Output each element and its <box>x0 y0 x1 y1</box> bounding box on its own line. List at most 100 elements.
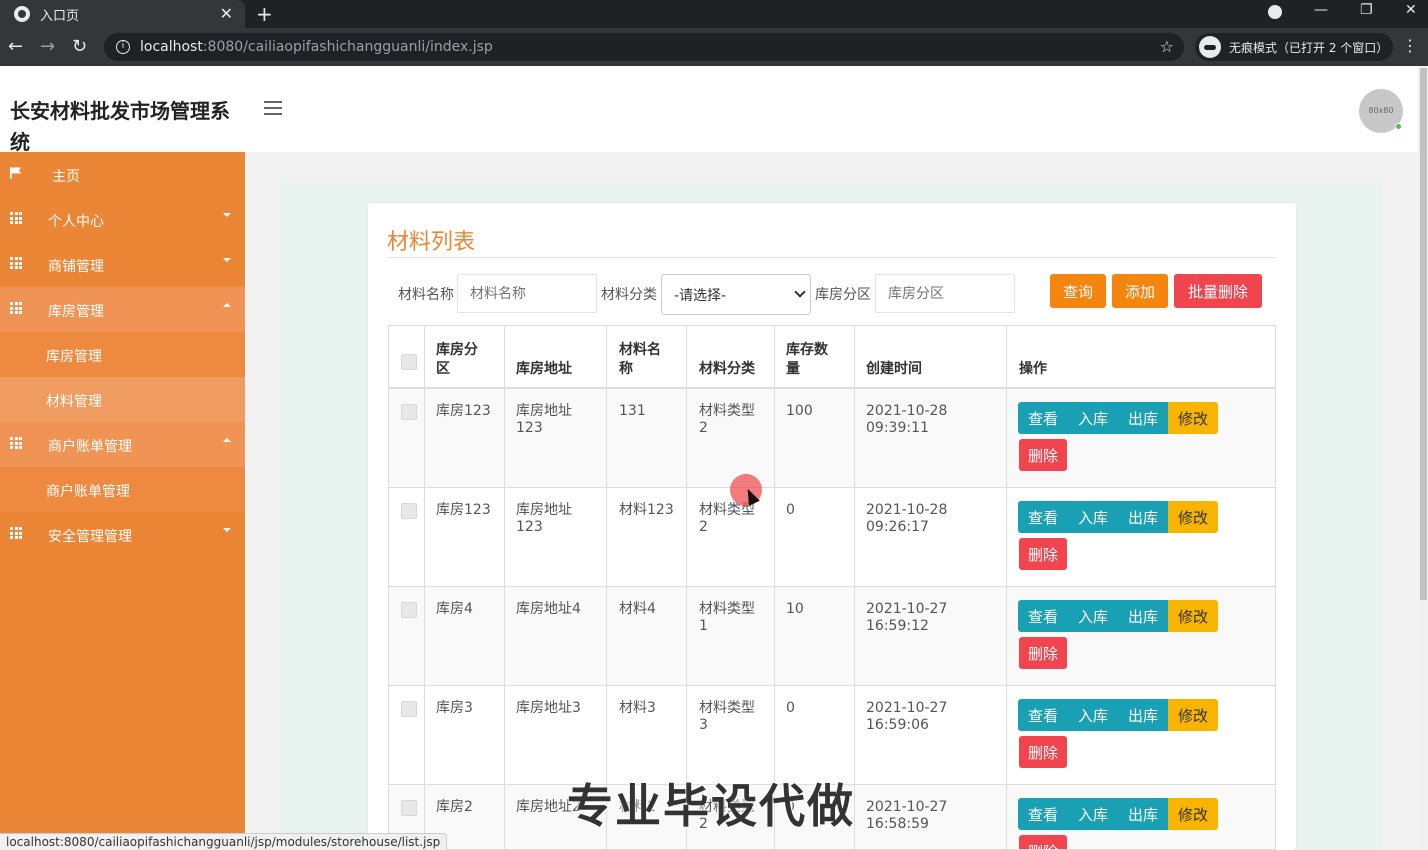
cell-created-time: 2021-10-27 16:58:59 <box>866 799 948 832</box>
incognito-label: 无痕模式（已打开 2 个窗口） <box>1229 40 1389 55</box>
warehouse-zone-input[interactable] <box>875 274 1015 313</box>
browser-tab[interactable]: 入口页 ✕ <box>0 0 245 28</box>
select-all-checkbox[interactable] <box>401 354 417 370</box>
scrollbar-thumb[interactable] <box>1420 68 1427 600</box>
edit-button[interactable]: 修改 <box>1168 600 1218 632</box>
edit-button[interactable]: 修改 <box>1168 798 1218 830</box>
view-button[interactable]: 查看 <box>1018 798 1068 830</box>
sidebar-item-merchant-bills[interactable]: 商户账单管理 <box>0 422 245 467</box>
cell-created-time: 2021-10-27 16:59:06 <box>866 700 948 733</box>
header-actions: 操作 <box>1019 361 1047 377</box>
caret-down-icon <box>223 213 231 217</box>
delete-button[interactable]: 删除 <box>1019 538 1067 570</box>
row-checkbox[interactable] <box>401 404 417 420</box>
material-category-label: 材料分类 <box>601 287 657 303</box>
cell-zone: 库房3 <box>436 700 473 716</box>
cell-zone: 库房123 <box>436 502 491 518</box>
cell-created-time: 2021-10-27 16:59:12 <box>866 601 948 634</box>
header-material-name: 材料名称 <box>619 342 661 377</box>
warehouse-zone-label: 库房分区 <box>815 287 871 303</box>
stock-out-button[interactable]: 出库 <box>1118 402 1168 434</box>
url-field[interactable]: i localhost:8080/cailiaopifashichangguan… <box>104 33 1184 61</box>
cell-material-name: 131 <box>619 403 646 419</box>
cell-address: 库房地址 123 <box>516 502 572 535</box>
batch-delete-button[interactable]: 批量删除 <box>1174 274 1262 308</box>
stock-out-button[interactable]: 出库 <box>1118 600 1168 632</box>
sidebar-item-home[interactable]: 主页 <box>0 152 245 197</box>
cell-quantity: 0 <box>786 502 795 518</box>
cell-category: 材料类型 3 <box>699 700 755 733</box>
flag-icon <box>10 167 21 179</box>
sidebar-item-label: 个人中心 <box>48 214 104 230</box>
delete-button[interactable]: 删除 <box>1019 439 1067 471</box>
grid-icon <box>10 302 22 314</box>
sidebar-item-shop-management[interactable]: 商铺管理 <box>0 242 245 287</box>
restore-icon[interactable]: ❐ <box>1360 2 1373 18</box>
grid-icon <box>10 212 22 224</box>
incognito-badge[interactable]: 无痕模式（已打开 2 个窗口） <box>1195 33 1393 61</box>
delete-button[interactable]: 删除 <box>1019 637 1067 669</box>
watermark: 专业毕设代做 <box>567 779 855 833</box>
url-path: :8080/cailiaopifashichangguanli/index.js… <box>202 39 493 55</box>
grid-icon <box>10 437 22 449</box>
stock-out-button[interactable]: 出库 <box>1118 501 1168 533</box>
delete-button[interactable]: 删除 <box>1019 736 1067 768</box>
forward-icon[interactable]: → <box>40 36 55 57</box>
stock-in-button[interactable]: 入库 <box>1068 402 1118 434</box>
row-checkbox[interactable] <box>401 800 417 816</box>
reload-icon[interactable]: ↻ <box>72 36 87 57</box>
material-category-select[interactable]: -请选择- <box>661 274 811 315</box>
add-button[interactable]: 添加 <box>1112 274 1168 308</box>
edit-button[interactable]: 修改 <box>1168 501 1218 533</box>
sidebar-item-label: 库房管理 <box>48 304 104 320</box>
edit-button[interactable]: 修改 <box>1168 699 1218 731</box>
table-row: 库房123 库房地址 123 材料123 材料类型 2 0 2021-10-28 09:26:1… <box>389 488 1275 587</box>
window-close-icon[interactable]: ✕ <box>1405 2 1417 18</box>
close-icon[interactable]: ✕ <box>220 4 233 23</box>
caret-down-icon <box>223 528 231 532</box>
sidebar-subitem-merchant-bills[interactable]: 商户账单管理 <box>0 467 245 512</box>
star-icon[interactable]: ☆ <box>1160 37 1174 56</box>
delete-button[interactable]: 删除 <box>1019 835 1067 849</box>
menu-icon[interactable]: ⋮ <box>1402 36 1418 55</box>
cell-zone: 库房123 <box>436 403 491 419</box>
address-bar-row: ← → ↻ i localhost:8080/cailiaopifashicha… <box>0 28 1428 66</box>
chevron-down-icon <box>794 286 806 298</box>
sidebar-subitem-warehouse[interactable]: 库房管理 <box>0 332 245 377</box>
cell-material-name: 材料123 <box>619 502 674 518</box>
stock-in-button[interactable]: 入库 <box>1068 600 1118 632</box>
row-checkbox[interactable] <box>401 503 417 519</box>
view-button[interactable]: 查看 <box>1018 600 1068 632</box>
material-name-input[interactable] <box>457 274 597 313</box>
cell-material-name: 材料4 <box>619 601 656 617</box>
view-button[interactable]: 查看 <box>1018 402 1068 434</box>
sidebar-item-personal-center[interactable]: 个人中心 <box>0 197 245 242</box>
row-checkbox[interactable] <box>401 602 417 618</box>
minimize-icon[interactable]: — <box>1314 2 1328 18</box>
view-button[interactable]: 查看 <box>1018 501 1068 533</box>
sidebar-subitem-materials[interactable]: 材料管理 <box>0 377 245 422</box>
cell-quantity: 100 <box>786 403 813 419</box>
stock-in-button[interactable]: 入库 <box>1068 798 1118 830</box>
stock-in-button[interactable]: 入库 <box>1068 501 1118 533</box>
view-button[interactable]: 查看 <box>1018 699 1068 731</box>
sidebar-item-warehouse-management[interactable]: 库房管理 <box>0 287 245 332</box>
header-zone: 库房分区 <box>436 342 478 377</box>
table-row: 库房4 库房地址4 材料4 材料类型 1 10 2021-10-27 16:59:12 查看 入库… <box>389 587 1275 686</box>
hamburger-icon[interactable] <box>264 101 282 115</box>
profile-dropdown-icon[interactable] <box>1268 5 1282 19</box>
back-icon[interactable]: ← <box>8 36 23 57</box>
query-button[interactable]: 查询 <box>1050 274 1106 308</box>
new-tab-icon[interactable]: + <box>256 2 273 26</box>
globe-icon <box>14 6 30 22</box>
stock-out-button[interactable]: 出库 <box>1118 798 1168 830</box>
cell-category: 材料类型 2 <box>699 403 755 436</box>
row-checkbox[interactable] <box>401 701 417 717</box>
sidebar-item-security-management[interactable]: 安全管理管理 <box>0 512 245 557</box>
stock-in-button[interactable]: 入库 <box>1068 699 1118 731</box>
info-icon[interactable]: i <box>116 40 130 54</box>
grid-icon <box>10 527 22 539</box>
caret-up-icon <box>223 303 231 307</box>
stock-out-button[interactable]: 出库 <box>1118 699 1168 731</box>
edit-button[interactable]: 修改 <box>1168 402 1218 434</box>
